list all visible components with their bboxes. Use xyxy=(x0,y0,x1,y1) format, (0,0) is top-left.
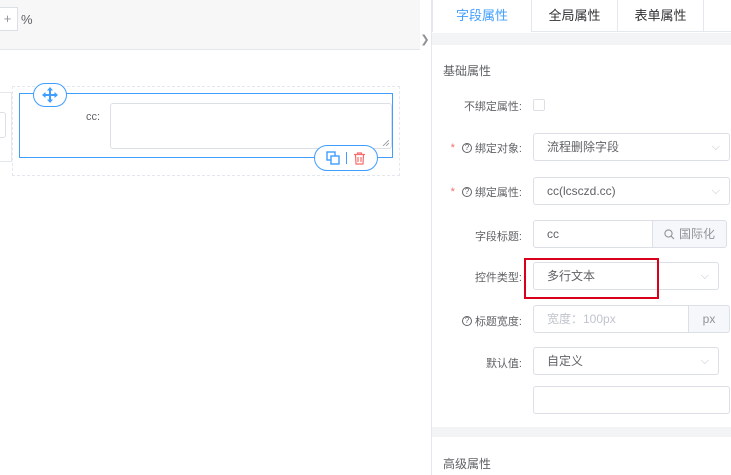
canvas-toolbar: + % xyxy=(0,0,420,50)
bind-object-label: * ? 绑定对象: xyxy=(451,140,522,156)
move-handle[interactable] xyxy=(33,83,67,107)
search-icon xyxy=(664,228,675,239)
bind-object-select[interactable]: 流程删除字段 ⌵ xyxy=(533,133,730,161)
advanced-section-title: 高级属性 xyxy=(443,457,492,471)
help-circle-icon[interactable]: ? xyxy=(461,316,472,326)
bind-attr-label: * ? 绑定属性: xyxy=(451,184,522,200)
bind-attr-label-text: 绑定属性: xyxy=(474,187,522,199)
tab-field-properties[interactable]: 字段属性 xyxy=(432,0,532,32)
field-title-label: 字段标题: xyxy=(475,228,522,244)
copy-icon[interactable] xyxy=(326,151,340,165)
chevron-down-icon: ⌵ xyxy=(711,141,720,153)
i18n-button[interactable]: 国际化 xyxy=(652,220,727,248)
zoom-percent-label: % xyxy=(21,12,33,27)
i18n-label: 国际化 xyxy=(678,227,715,241)
unbind-label-text: 不绑定属性: xyxy=(463,101,522,113)
form-canvas: + % cc: xyxy=(0,0,420,475)
field-title-label-text: 字段标题: xyxy=(474,231,522,243)
move-icon xyxy=(42,87,58,103)
collapse-arrow-icon: ❯ xyxy=(420,34,430,46)
chevron-down-icon: ⌵ xyxy=(711,185,720,197)
action-divider xyxy=(346,152,347,164)
field-title-input[interactable]: cc xyxy=(533,220,653,248)
title-width-input[interactable]: 宽度：100px xyxy=(533,305,689,333)
zoom-in-button[interactable]: + xyxy=(0,7,18,31)
title-width-label-text: 标题宽度: xyxy=(474,316,522,328)
required-asterisk: * xyxy=(450,186,455,198)
chevron-down-icon: ⌵ xyxy=(700,355,709,367)
control-type-label: 控件类型: xyxy=(475,269,522,285)
default-value-label-text: 默认值: xyxy=(485,358,522,370)
tab-global-properties[interactable]: 全局属性 xyxy=(532,0,618,32)
section-divider xyxy=(432,427,731,437)
highlight-box xyxy=(524,258,659,299)
resize-grip-icon[interactable] xyxy=(383,140,389,146)
bind-attr-value: cc(lcsczd.cc) xyxy=(547,184,616,198)
unbind-label: 不绑定属性: xyxy=(464,98,522,114)
title-width-label: ? 标题宽度: xyxy=(461,313,522,329)
bind-object-value: 流程删除字段 xyxy=(547,140,620,154)
section-divider xyxy=(432,33,731,45)
tab-form-properties[interactable]: 表单属性 xyxy=(618,0,704,32)
unit-suffix: px xyxy=(688,305,730,333)
basic-section-title: 基础属性 xyxy=(443,64,492,78)
required-asterisk: * xyxy=(450,142,455,154)
default-value-select[interactable]: 自定义 ⌵ xyxy=(533,347,719,375)
help-circle-icon[interactable]: ? xyxy=(461,143,472,153)
bind-object-label-text: 绑定对象: xyxy=(474,143,522,155)
field-textarea[interactable] xyxy=(110,103,392,149)
unbind-checkbox[interactable] xyxy=(533,99,545,111)
default-value-custom-input[interactable] xyxy=(533,386,730,414)
delete-icon[interactable] xyxy=(353,151,366,165)
panel-tabs: 字段属性 全局属性 表单属性 xyxy=(432,0,731,32)
control-type-label-text: 控件类型: xyxy=(474,272,522,284)
adjacent-field-input[interactable] xyxy=(0,112,6,138)
help-circle-icon[interactable]: ? xyxy=(461,187,472,197)
field-label: cc: xyxy=(86,111,101,123)
bind-attr-select[interactable]: cc(lcsczd.cc) ⌵ xyxy=(533,177,730,205)
default-value-label: 默认值: xyxy=(486,355,522,371)
field-action-bar xyxy=(314,145,378,171)
collapse-panel-button[interactable]: ❯ xyxy=(419,30,431,50)
properties-panel: 字段属性 全局属性 表单属性 基础属性 不绑定属性: * ? 绑定对象: 流程删… xyxy=(431,0,731,475)
default-value-value: 自定义 xyxy=(547,354,584,368)
chevron-down-icon: ⌵ xyxy=(700,270,709,282)
